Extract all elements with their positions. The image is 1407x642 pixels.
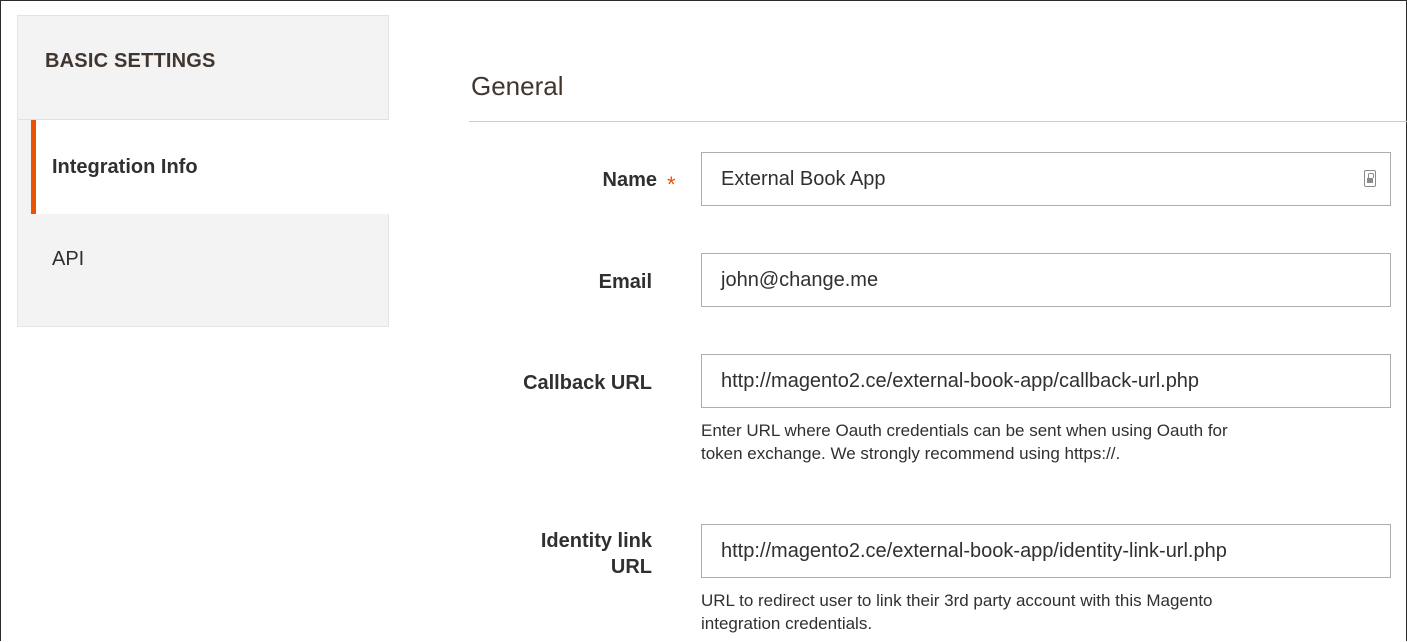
sidebar: BASIC SETTINGS Integration Info API bbox=[17, 15, 390, 327]
section-title: General bbox=[471, 71, 564, 101]
callback-url-note-line: Enter URL where Oauth credentials can be… bbox=[701, 421, 1228, 440]
required-asterisk: * bbox=[667, 172, 676, 197]
email-label: Email bbox=[598, 271, 652, 293]
sidebar-item-integration-info[interactable]: Integration Info bbox=[31, 120, 390, 214]
name-label: Name bbox=[602, 169, 657, 191]
identity-link-url-note-line: integration credentials. bbox=[701, 614, 873, 633]
callback-url-input-value: http://magento2.ce/external-book-app/cal… bbox=[721, 370, 1200, 392]
section-divider bbox=[469, 121, 1407, 122]
identity-link-url-label-line: Identity link bbox=[540, 530, 652, 552]
sidebar-item-api[interactable]: API bbox=[31, 214, 390, 314]
identity-link-url-label: Identity link URL bbox=[471, 528, 652, 580]
callback-url-note: Enter URL where Oauth credentials can be… bbox=[701, 419, 1361, 465]
callback-url-label: Callback URL bbox=[523, 372, 652, 394]
identity-link-url-label-line: URL bbox=[610, 556, 652, 578]
name-input[interactable]: External Book App bbox=[701, 152, 1391, 206]
name-input-value: External Book App bbox=[721, 168, 886, 190]
page-frame: BASIC SETTINGS Integration Info API Gene… bbox=[0, 0, 1407, 641]
identity-link-url-note: URL to redirect user to link their 3rd p… bbox=[701, 589, 1361, 635]
sidebar-item-label: API bbox=[52, 248, 85, 270]
email-input-value: john@change.me bbox=[721, 269, 879, 291]
sidebar-title: BASIC SETTINGS bbox=[45, 50, 216, 72]
identity-link-url-input-value: http://magento2.ce/external-book-app/ide… bbox=[721, 540, 1227, 562]
contact-card-icon[interactable] bbox=[1364, 170, 1376, 187]
callback-url-note-line: token exchange. We strongly recommend us… bbox=[701, 444, 1121, 463]
callback-url-input[interactable]: http://magento2.ce/external-book-app/cal… bbox=[701, 354, 1391, 408]
identity-link-url-note-line: URL to redirect user to link their 3rd p… bbox=[701, 591, 1213, 610]
email-input[interactable]: john@change.me bbox=[701, 253, 1391, 307]
sidebar-title-block: BASIC SETTINGS bbox=[18, 16, 388, 120]
sidebar-item-label: Integration Info bbox=[52, 156, 198, 178]
identity-link-url-input[interactable]: http://magento2.ce/external-book-app/ide… bbox=[701, 524, 1391, 578]
